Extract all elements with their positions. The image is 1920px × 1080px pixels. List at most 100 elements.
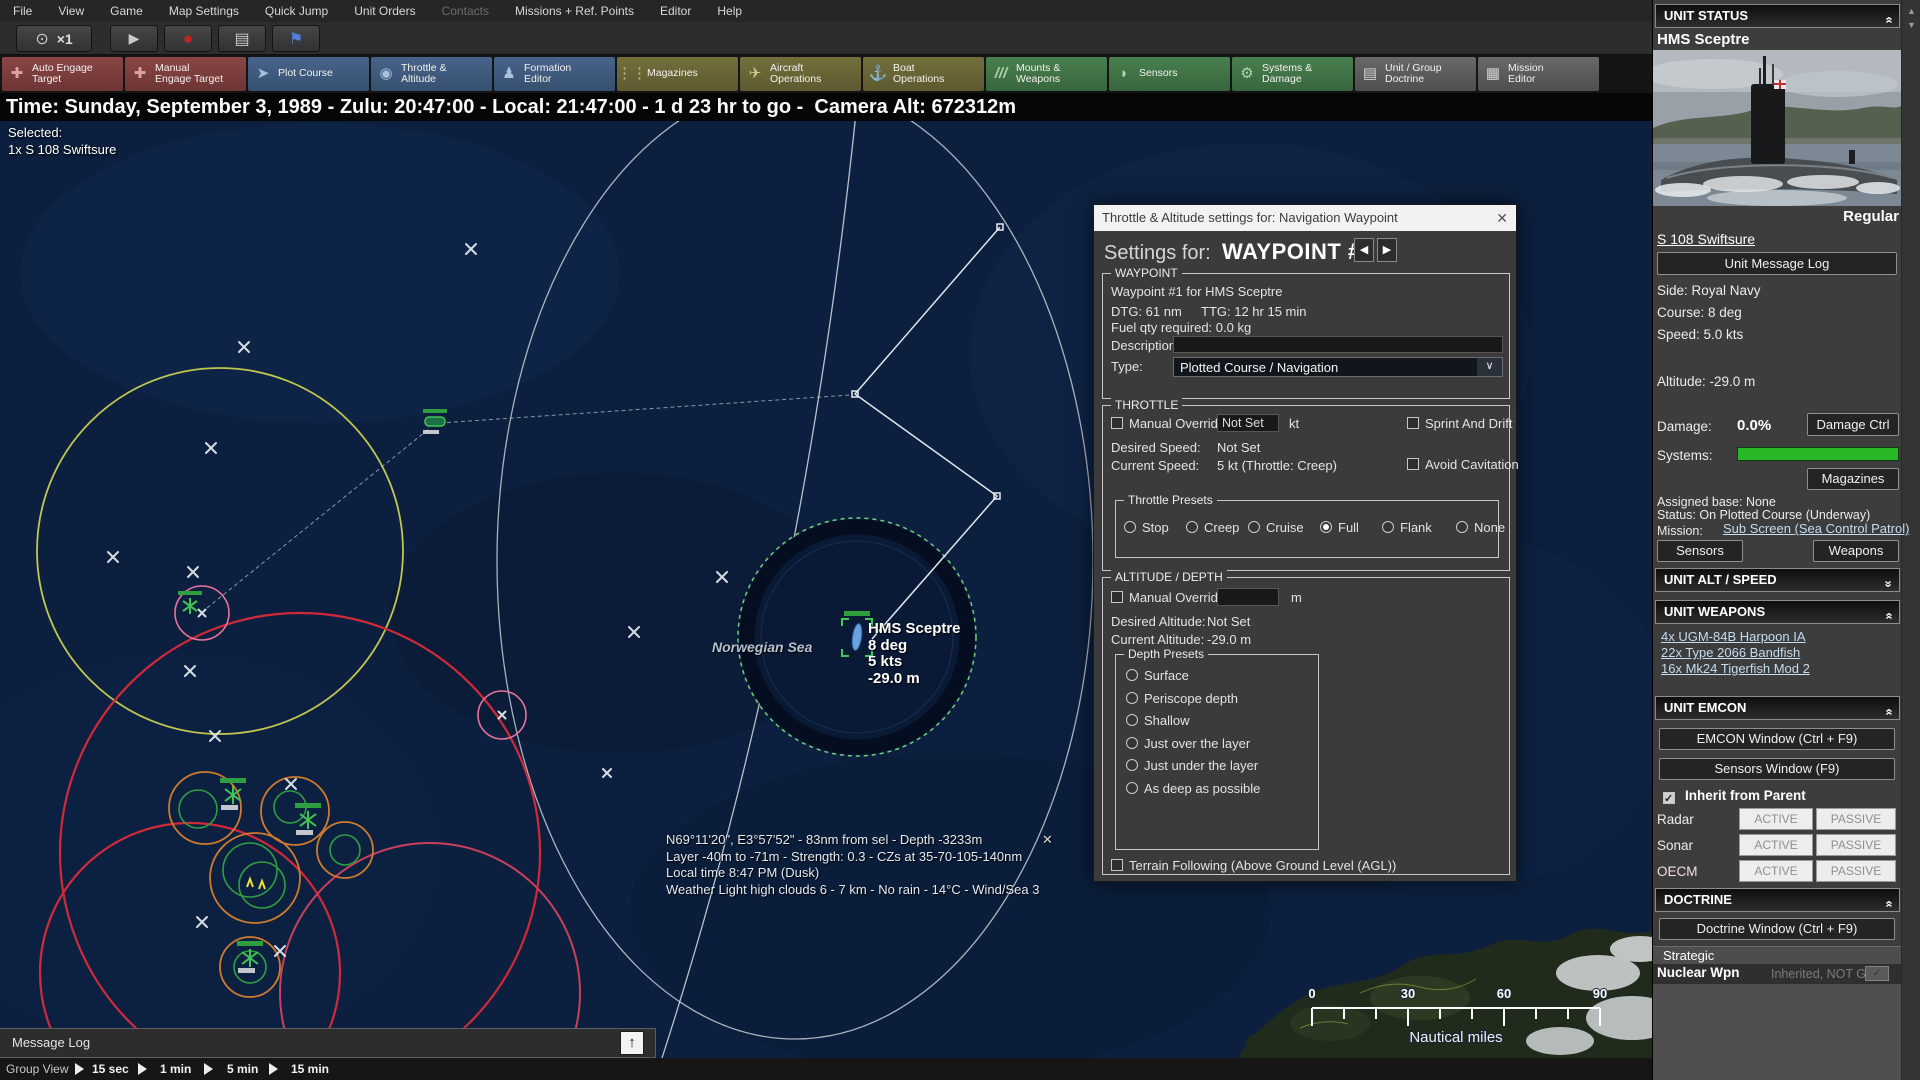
scroll-down-icon[interactable]: ▼ bbox=[1902, 20, 1920, 30]
throttle-altitude-button[interactable]: ◉ Throttle & Altitude bbox=[371, 57, 492, 91]
prev-waypoint-button[interactable]: ◀ bbox=[1354, 238, 1374, 262]
unit-message-log-button[interactable]: Unit Message Log bbox=[1657, 252, 1897, 275]
menu-map-settings[interactable]: Map Settings bbox=[156, 0, 252, 22]
unit-class-link[interactable]: S 108 Swiftsure bbox=[1657, 231, 1755, 247]
throttle-preset-full-radio[interactable] bbox=[1320, 521, 1332, 533]
play-step-icon[interactable] bbox=[75, 1063, 84, 1075]
menu-missions-ref-points[interactable]: Missions + Ref. Points bbox=[502, 0, 647, 22]
throttle-preset-stop-radio[interactable] bbox=[1124, 521, 1136, 533]
menu-file[interactable]: File bbox=[0, 0, 45, 22]
own-ship-datablock: HMS Sceptre 8 deg 5 kts -29.0 m bbox=[868, 620, 961, 687]
sprint-drift-checkbox[interactable] bbox=[1407, 417, 1419, 429]
mission-link[interactable]: Sub Screen (Sea Control Patrol) bbox=[1723, 521, 1909, 536]
formation-editor-button[interactable]: ♟ Formation Editor bbox=[494, 57, 615, 91]
throttle-preset-cruise-radio[interactable] bbox=[1248, 521, 1260, 533]
play-step-icon[interactable] bbox=[204, 1063, 213, 1075]
sensors-window-button[interactable]: Sensors Window (F9) bbox=[1659, 758, 1895, 780]
avoid-cavitation-checkbox[interactable] bbox=[1407, 458, 1419, 470]
group-view-label[interactable]: Group View bbox=[6, 1058, 68, 1080]
weapon-link[interactable]: 22x Type 2066 Bandfish bbox=[1661, 645, 1800, 660]
preset-1min[interactable]: 1 min bbox=[160, 1058, 191, 1080]
unit-alt-speed-header[interactable]: UNIT ALT / SPEED» bbox=[1655, 568, 1900, 592]
menu-quick-jump[interactable]: Quick Jump bbox=[252, 0, 341, 22]
unit-weapons-header[interactable]: UNIT WEAPONS» bbox=[1655, 600, 1900, 624]
throttle-preset-creep-radio[interactable] bbox=[1186, 521, 1198, 533]
doctrine-row[interactable]: Nuclear Wpn Inherited, NOT G ✓ bbox=[1653, 964, 1901, 984]
magazines-button[interactable]: ⋮⋮ Magazines bbox=[617, 57, 738, 91]
depth-preset-periscope-radio[interactable] bbox=[1126, 692, 1138, 704]
sensors-button[interactable]: Sensors bbox=[1657, 540, 1743, 562]
radar-passive-button[interactable]: PASSIVE bbox=[1816, 808, 1896, 830]
altitude-override-input[interactable] bbox=[1217, 588, 1279, 606]
time-scale-button[interactable]: ⊙ ×1 bbox=[16, 25, 92, 52]
preset-15min[interactable]: 15 min bbox=[291, 1058, 329, 1080]
menu-editor[interactable]: Editor bbox=[647, 0, 704, 22]
terrain-following-checkbox[interactable] bbox=[1111, 859, 1123, 871]
menu-view[interactable]: View bbox=[45, 0, 97, 22]
doctrine-header[interactable]: DOCTRINE» bbox=[1655, 888, 1900, 912]
doctrine-window-button[interactable]: Doctrine Window (Ctrl + F9) bbox=[1659, 918, 1895, 940]
emcon-window-button[interactable]: EMCON Window (Ctrl + F9) bbox=[1659, 728, 1895, 750]
weapon-link[interactable]: 4x UGM-84B Harpoon IA bbox=[1661, 629, 1806, 644]
depth-preset-surface-radio[interactable] bbox=[1126, 669, 1138, 681]
menu-help[interactable]: Help bbox=[704, 0, 755, 22]
emcon-row-label: Sonar bbox=[1657, 838, 1694, 853]
info-box-close-icon[interactable]: ✕ bbox=[1042, 832, 1053, 848]
bookmark-button[interactable]: ⚑ bbox=[272, 25, 320, 52]
expand-chevron-icon: » bbox=[1881, 580, 1897, 588]
sidebar-scrollbar[interactable]: ▲ ▼ bbox=[1901, 0, 1920, 1080]
chevron-down-icon[interactable]: ∨ bbox=[1477, 358, 1502, 376]
depth-preset-under-layer-radio[interactable] bbox=[1126, 759, 1138, 771]
throttle-preset-flank-radio[interactable] bbox=[1382, 521, 1394, 533]
throttle-preset-none-radio[interactable] bbox=[1456, 521, 1468, 533]
scroll-up-icon[interactable]: ▲ bbox=[1902, 6, 1920, 16]
depth-preset-deep-radio[interactable] bbox=[1126, 782, 1138, 794]
desired-altitude-label: Desired Altitude: bbox=[1111, 614, 1206, 629]
depth-preset-shallow-radio[interactable] bbox=[1126, 714, 1138, 726]
menu-game[interactable]: Game bbox=[97, 0, 156, 22]
throttle-manual-override-checkbox[interactable] bbox=[1111, 417, 1123, 429]
depth-preset-over-layer-radio[interactable] bbox=[1126, 737, 1138, 749]
play-step-icon[interactable] bbox=[138, 1063, 147, 1075]
plot-course-button[interactable]: ➤ Plot Course bbox=[248, 57, 369, 91]
aircraft-operations-button[interactable]: ✈ Aircraft Operations bbox=[740, 57, 861, 91]
radar-active-button[interactable]: ACTIVE bbox=[1739, 808, 1813, 830]
oecm-active-button[interactable]: ACTIVE bbox=[1739, 860, 1813, 882]
sensors-button[interactable]: ◗ Sensors bbox=[1109, 57, 1230, 91]
dialog-title[interactable]: Throttle & Altitude settings for: Naviga… bbox=[1094, 205, 1516, 231]
doctrine-group-row[interactable]: Strategic bbox=[1653, 946, 1901, 964]
waypoint-type-select[interactable]: Plotted Course / Navigation ∨ bbox=[1173, 357, 1503, 377]
magazines-button[interactable]: Magazines bbox=[1807, 468, 1899, 490]
altitude-manual-override-checkbox[interactable] bbox=[1111, 591, 1123, 603]
play-button[interactable]: ▶ bbox=[110, 25, 158, 52]
message-log-expand-button[interactable]: ↑ bbox=[620, 1031, 644, 1055]
damage-ctrl-button[interactable]: Damage Ctrl bbox=[1807, 413, 1899, 436]
manual-engage-target-button[interactable]: ✚ Manual Engage Target bbox=[125, 57, 246, 91]
unit-emcon-header[interactable]: UNIT EMCON» bbox=[1655, 696, 1900, 720]
weapons-button[interactable]: Weapons bbox=[1813, 540, 1899, 562]
unit-status-header[interactable]: UNIT STATUS» bbox=[1655, 4, 1900, 28]
weapon-link[interactable]: 16x Mk24 Tigerfish Mod 2 bbox=[1661, 661, 1810, 676]
preset-5min[interactable]: 5 min bbox=[227, 1058, 258, 1080]
record-button[interactable]: ● bbox=[164, 25, 212, 52]
mounts-weapons-button[interactable]: ///Mounts & Weapons bbox=[986, 57, 1107, 91]
inherit-from-parent-checkbox[interactable] bbox=[1663, 792, 1675, 805]
oecm-passive-button[interactable]: PASSIVE bbox=[1816, 860, 1896, 882]
preset-15sec[interactable]: 15 sec bbox=[92, 1058, 129, 1080]
doctrine-dropdown[interactable]: ✓ bbox=[1865, 966, 1889, 981]
printer-button[interactable]: ▤ bbox=[218, 25, 266, 52]
unit-group-doctrine-button[interactable]: ▤ Unit / Group Doctrine bbox=[1355, 57, 1476, 91]
sonar-active-button[interactable]: ACTIVE bbox=[1739, 834, 1813, 856]
menu-unit-orders[interactable]: Unit Orders bbox=[341, 0, 428, 22]
next-waypoint-button[interactable]: ▶ bbox=[1377, 238, 1397, 262]
systems-damage-button[interactable]: ⚙ Systems & Damage bbox=[1232, 57, 1353, 91]
message-log-bar[interactable]: Message Log bbox=[0, 1028, 656, 1058]
boat-operations-button[interactable]: ⚓ Boat Operations bbox=[863, 57, 984, 91]
dialog-close-icon[interactable]: ✕ bbox=[1496, 205, 1508, 231]
description-input[interactable] bbox=[1173, 336, 1503, 353]
mission-editor-button[interactable]: ▦ Mission Editor bbox=[1478, 57, 1599, 91]
play-step-icon[interactable] bbox=[269, 1063, 278, 1075]
throttle-override-input[interactable]: Not Set bbox=[1217, 414, 1279, 432]
auto-engage-target-button[interactable]: ✚ Auto Engage Target bbox=[2, 57, 123, 91]
sonar-passive-button[interactable]: PASSIVE bbox=[1816, 834, 1896, 856]
